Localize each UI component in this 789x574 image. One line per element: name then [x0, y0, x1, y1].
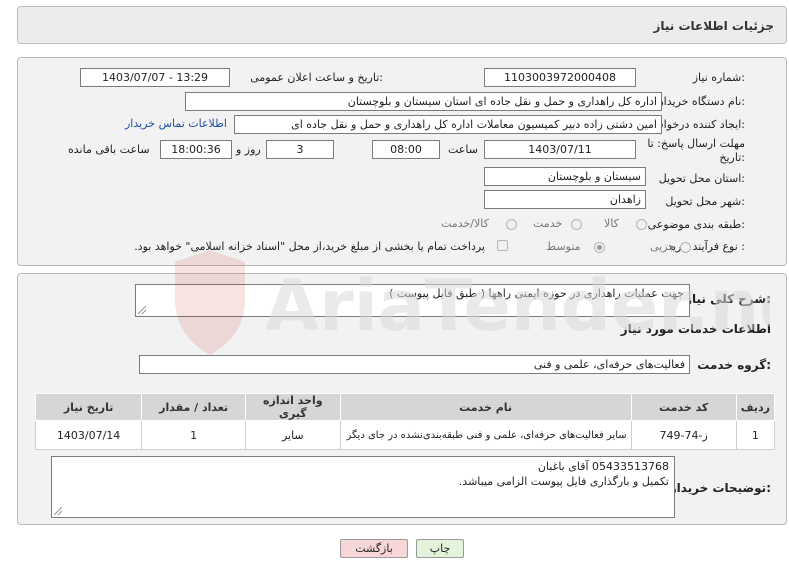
cell-unit: سایر: [245, 420, 341, 450]
province-label: استان محل تحویل:: [658, 172, 745, 185]
category-radio-goods[interactable]: [636, 219, 647, 230]
deadline-time-label: ساعت: [448, 143, 478, 156]
service-group-label: گروه خدمت:: [697, 358, 771, 372]
table-row: 1403/07/14 1 سایر سایر فعالیت‌های حرفه‌ا…: [34, 420, 776, 450]
summary-label: شرح کلی نیاز:: [685, 292, 771, 306]
creator-field: امین دشتی زاده دبیر کمیسیون معاملات ادار…: [234, 115, 662, 134]
print-button[interactable]: چاپ: [416, 539, 464, 558]
need-info-panel: [17, 57, 787, 266]
buyer-notes-textarea[interactable]: 05433513768 آقای باغبان تکمیل و بارگذاری…: [51, 456, 675, 518]
page-header: جزئیات اطلاعات نیاز: [17, 6, 787, 44]
province-field: سیستان و بلوچستان: [484, 167, 646, 186]
category-radio-service[interactable]: [571, 219, 582, 230]
cell-qty: 1: [141, 420, 247, 450]
buyer-org-field: اداره کل راهداری و حمل و نقل جاده ای است…: [185, 92, 662, 111]
col-header-qty: تعداد / مقدار: [141, 393, 247, 421]
days-remaining-field: 3: [266, 140, 334, 159]
treasury-payment-note: پرداخت تمام یا بخشی از مبلغ خرید،از محل …: [134, 240, 485, 253]
services-table: تاریخ نیاز تعداد / مقدار واحد اندازه گیر…: [34, 393, 776, 450]
category-option-goods-service: کالا/خدمت: [441, 217, 489, 230]
time-remaining-label: ساعت باقی مانده: [68, 143, 150, 156]
col-header-unit: واحد اندازه گیری: [245, 393, 341, 421]
deadline-time-field: 08:00: [372, 140, 440, 159]
time-remaining-field: 18:00:36: [160, 140, 232, 159]
process-option-minor: جزیی: [650, 240, 676, 253]
need-number-label: شماره نیاز:: [692, 71, 745, 84]
city-field: زاهدان: [484, 190, 646, 209]
deadline-label-date: تاریخ:: [719, 151, 745, 164]
col-header-row: ردیف: [735, 393, 776, 421]
announce-datetime-label: تاریخ و ساعت اعلان عمومی:: [250, 71, 383, 84]
buyer-contact-link[interactable]: اطلاعات تماس خریدار: [125, 117, 227, 130]
back-button[interactable]: بازگشت: [340, 539, 408, 558]
summary-textarea[interactable]: جهت عملیات راهداری در حوزه ایمنی راهها (…: [135, 284, 690, 317]
category-option-service: خدمت: [533, 217, 563, 230]
deadline-date-field: 1403/07/11: [484, 140, 636, 159]
buyer-org-label: نام دستگاه خریدار:: [658, 95, 745, 108]
cell-row: 1: [735, 420, 776, 450]
table-header-row: تاریخ نیاز تعداد / مقدار واحد اندازه گیر…: [34, 393, 776, 421]
process-type-label: نوع فرآیند خرید :: [667, 240, 745, 253]
cell-name: سایر فعالیت‌های حرفه‌ای، علمی و فنی طبقه…: [339, 420, 632, 450]
col-header-name: نام خدمت: [339, 393, 632, 421]
cell-date: 1403/07/14: [34, 420, 143, 450]
city-label: شهر محل تحویل:: [665, 195, 745, 208]
buyer-notes-label: توضیحات خریدار:: [669, 481, 771, 495]
category-radio-goods-service[interactable]: [506, 219, 517, 230]
category-option-goods: کالا: [604, 217, 619, 230]
page-title: جزئیات اطلاعات نیاز: [653, 19, 774, 33]
treasury-payment-checkbox[interactable]: [497, 240, 508, 251]
service-group-field: فعالیت‌های حرفه‌ای، علمی و فنی: [139, 355, 690, 374]
category-label: طبقه بندی موضوعی:: [647, 218, 745, 231]
process-option-medium: متوسط: [546, 240, 581, 253]
need-number-field: 1103003972000408: [484, 68, 636, 87]
col-header-code: کد خدمت: [630, 393, 737, 421]
deadline-label: مهلت ارسال پاسخ: تا: [647, 137, 745, 150]
process-radio-medium[interactable]: [594, 242, 605, 253]
resize-grip-icon[interactable]: [54, 507, 62, 515]
cell-code: ز-74-749: [630, 420, 737, 450]
resize-grip-icon[interactable]: [138, 306, 146, 314]
services-section-title: اطلاعات خدمات مورد نیاز: [620, 322, 771, 336]
days-label: روز و: [236, 143, 261, 156]
process-radio-minor[interactable]: [680, 242, 691, 253]
announce-datetime-field: 1403/07/07 - 13:29: [80, 68, 230, 87]
col-header-date: تاریخ نیاز: [34, 393, 143, 421]
